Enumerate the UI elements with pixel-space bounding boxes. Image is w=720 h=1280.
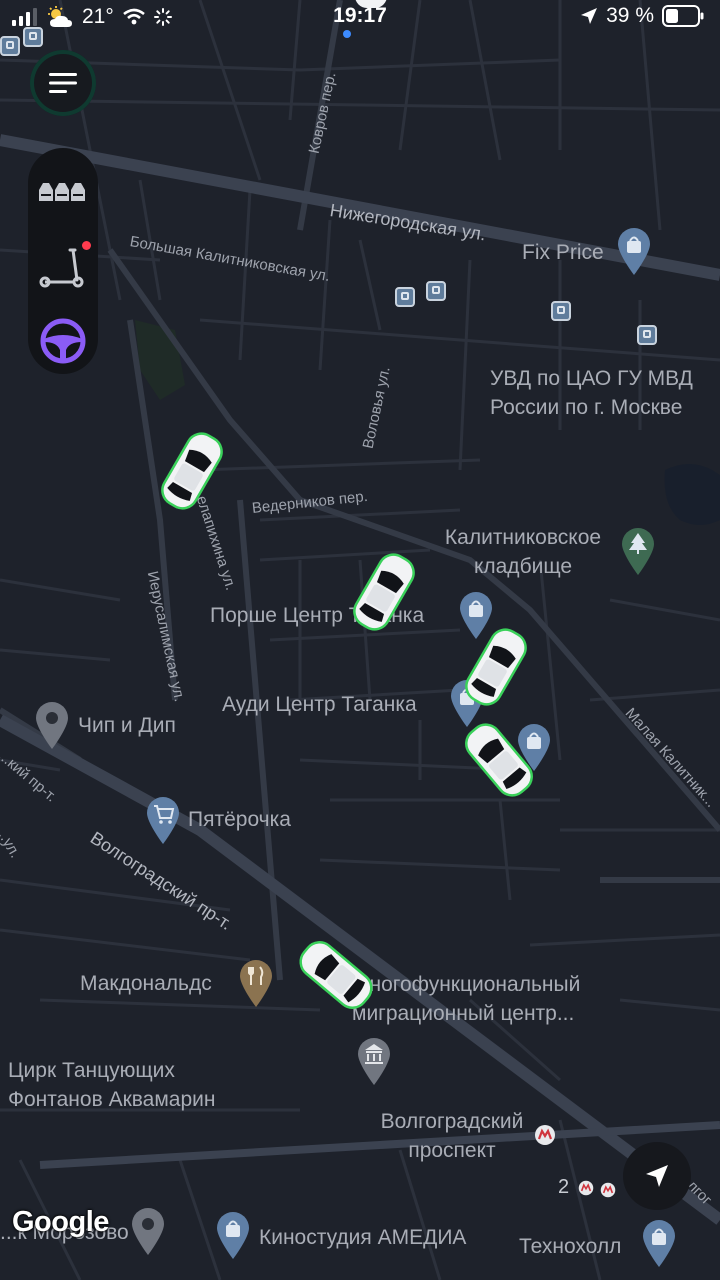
poi-label-chip-dip[interactable]: Чип и Дип — [78, 711, 176, 740]
app-screen: Ковров пер. Нижегородская ул. Большая Ка… — [0, 0, 720, 1280]
poi-label-tekhnokholl[interactable]: Технохолл — [519, 1232, 621, 1261]
poi-label-line: миграционный центр... — [352, 1002, 575, 1025]
poi-label-metro-station[interactable]: Волгоградский проспект — [370, 1107, 534, 1165]
poi-label-pyaterochka[interactable]: Пятёрочка — [188, 805, 291, 834]
transit-stop-icon[interactable] — [426, 281, 446, 301]
museum-pin-icon[interactable] — [356, 1036, 392, 1086]
metro-line-number: 2 — [558, 1176, 570, 1198]
tree-pin-icon[interactable] — [620, 526, 656, 576]
steering-wheel-icon — [40, 318, 86, 364]
metro-icon[interactable] — [534, 1124, 556, 1146]
poi-label-line: Фонтанов Аквамарин — [8, 1088, 216, 1111]
poi-label-mcdonalds[interactable]: Макдональдс — [80, 969, 212, 998]
poi-label-line: кладбище — [473, 555, 573, 578]
map-view[interactable]: Ковров пер. Нижегородская ул. Большая Ка… — [0, 0, 720, 1280]
poi-label-circus[interactable]: Цирк Танцующих Фонтанов Аквамарин — [8, 1056, 216, 1114]
metro-icon[interactable] — [600, 1182, 616, 1198]
poi-label-line: Многофункциональный — [352, 973, 581, 996]
notification-dot — [82, 241, 91, 250]
location-pin-icon[interactable] — [130, 1206, 166, 1256]
metro-icon[interactable] — [578, 1180, 594, 1196]
location-arrow-icon — [581, 8, 598, 24]
shopping-bag-pin-icon[interactable] — [458, 590, 494, 640]
drive-mode-button[interactable] — [28, 306, 98, 376]
location-indicator-dot — [343, 30, 351, 38]
google-logo: Google — [12, 1206, 109, 1238]
shopping-bag-pin-icon[interactable] — [616, 226, 652, 276]
location-pin-icon[interactable] — [34, 700, 70, 750]
poi-label-line: УВД по ЦАО ГУ МВД — [490, 367, 693, 390]
transit-stop-icon[interactable] — [395, 287, 415, 307]
transit-stop-icon[interactable] — [0, 36, 20, 56]
transit-stop-icon[interactable] — [551, 301, 571, 321]
poi-label-line: проспект — [408, 1139, 496, 1162]
battery-icon — [662, 5, 704, 27]
poi-label-line: России по г. Москве — [490, 396, 683, 419]
poi-label-fix-price[interactable]: Fix Price — [522, 238, 604, 267]
poi-label-kinostudio[interactable]: Киностудия АМЕДИА — [259, 1223, 466, 1252]
poi-label-audi[interactable]: Ауди Центр Таганка — [222, 690, 417, 719]
poi-label-uvd[interactable]: УВД по ЦАО ГУ МВД России по г. Москве — [490, 364, 693, 422]
hamburger-menu-icon — [49, 73, 77, 93]
menu-button[interactable] — [30, 50, 96, 116]
status-right: 39 % — [580, 4, 704, 28]
taxi-cars-icon — [39, 183, 85, 201]
battery-percent: 39 % — [606, 4, 654, 27]
my-location-button[interactable] — [623, 1142, 691, 1210]
transit-stop-icon[interactable] — [637, 325, 657, 345]
transport-mode-panel — [28, 148, 98, 374]
shopping-bag-pin-icon[interactable] — [641, 1218, 677, 1268]
car-icon[interactable] — [353, 0, 389, 12]
poi-label-line: Цирк Танцующих — [8, 1059, 175, 1082]
poi-label-cemetery[interactable]: Калитниковское кладбище — [432, 523, 614, 581]
shopping-bag-pin-icon[interactable] — [215, 1210, 251, 1260]
navigation-arrow-icon — [646, 1165, 668, 1187]
poi-label-line: Калитниковское — [444, 526, 602, 549]
restaurant-pin-icon[interactable] — [238, 958, 274, 1008]
taxi-mode-button[interactable] — [28, 156, 98, 226]
kick-scooter-icon — [39, 248, 84, 288]
shopping-cart-pin-icon[interactable] — [145, 795, 181, 845]
scooter-mode-button[interactable] — [28, 231, 98, 301]
poi-label-migration-center[interactable]: Многофункциональный миграционный центр..… — [352, 970, 580, 1028]
poi-label-line: Волгоградский — [380, 1110, 524, 1133]
